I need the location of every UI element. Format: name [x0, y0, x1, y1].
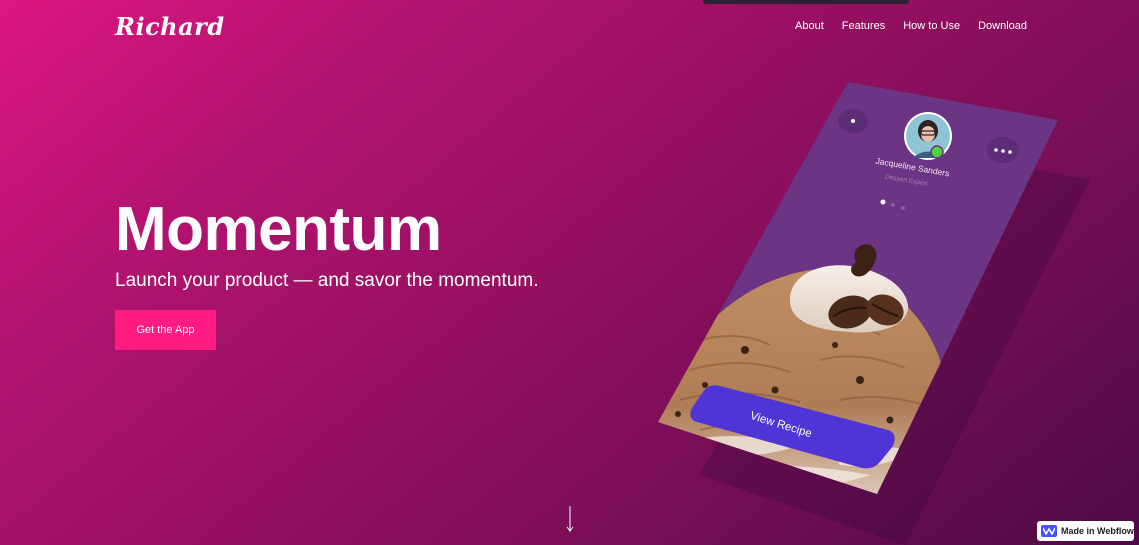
profile-role: Dessert Expert: [884, 173, 928, 187]
pagination-dot[interactable]: [891, 203, 895, 207]
more-options-button[interactable]: [987, 137, 1019, 163]
nav-link-how-to-use[interactable]: How to Use: [903, 20, 960, 32]
online-status-icon: [930, 145, 944, 159]
badge-label: Made in Webflow: [1061, 526, 1134, 536]
arrow-down-icon[interactable]: [564, 505, 576, 533]
nav-link-about[interactable]: About: [795, 20, 824, 32]
pagination-dot-active[interactable]: [880, 199, 886, 205]
coffee-bean: [866, 294, 904, 326]
coffee-bean: [828, 295, 872, 329]
phone-screen: [658, 82, 1058, 494]
get-app-button[interactable]: Get the App: [115, 310, 216, 350]
brand-logo[interactable]: Richard: [115, 12, 225, 41]
view-recipe-button[interactable]: [690, 385, 895, 469]
pagination-dot[interactable]: [901, 206, 905, 210]
phone-shadow: [700, 140, 1090, 545]
hero-subtitle: Launch your product — and savor the mome…: [115, 270, 539, 291]
more-options-icon: [994, 148, 1012, 154]
webflow-logo-icon: [1041, 525, 1057, 537]
main-nav: About Features How to Use Download: [795, 20, 1027, 32]
chocolate-curl: [851, 244, 877, 277]
ice-cream-image: [658, 269, 946, 494]
avatar-ring: [904, 112, 952, 160]
browser-overlay-bar: [703, 0, 909, 4]
dot-icon: [851, 119, 855, 123]
nav-link-features[interactable]: Features: [842, 20, 885, 32]
whipped-cream: [790, 265, 909, 333]
made-in-webflow-badge[interactable]: Made in Webflow: [1037, 521, 1134, 541]
avatar[interactable]: [906, 114, 950, 158]
profile-name: Jacqueline Sanders: [875, 156, 950, 179]
view-recipe-label: View Recipe: [749, 410, 813, 440]
nav-link-download[interactable]: Download: [978, 20, 1027, 32]
hero-title: Momentum: [115, 195, 442, 264]
back-button-circle[interactable]: [838, 109, 868, 133]
